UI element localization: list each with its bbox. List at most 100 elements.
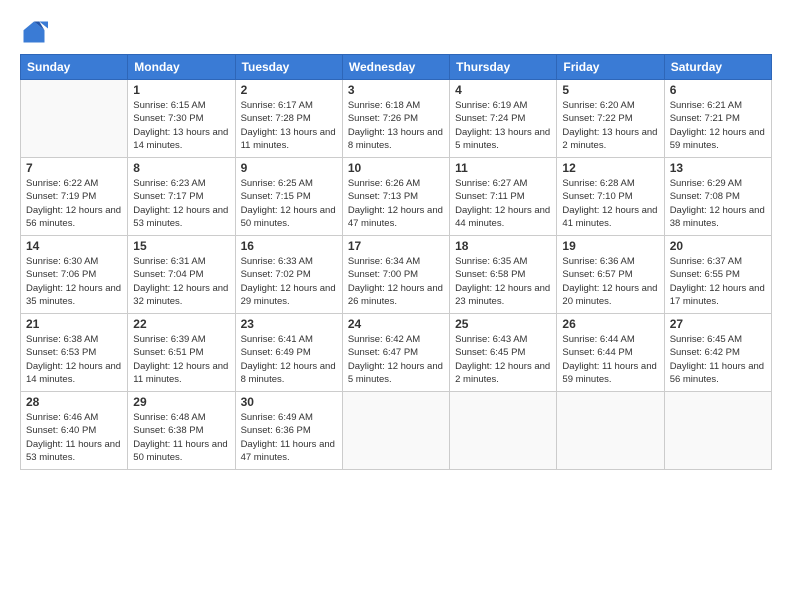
calendar-weekday-header: Sunday — [21, 55, 128, 80]
calendar-cell: 12 Sunrise: 6:28 AMSunset: 7:10 PMDayligh… — [557, 158, 664, 236]
calendar-cell: 4 Sunrise: 6:19 AMSunset: 7:24 PMDaylight… — [450, 80, 557, 158]
cell-info: Sunrise: 6:18 AMSunset: 7:26 PMDaylight:… — [348, 99, 444, 152]
cell-info: Sunrise: 6:33 AMSunset: 7:02 PMDaylight:… — [241, 255, 337, 308]
day-number: 1 — [133, 83, 229, 97]
calendar-cell: 10Sunrise: 6:26 AMSunset: 7:13 PMDayligh… — [342, 158, 449, 236]
cell-info: Sunrise: 6:38 AMSunset: 6:53 PMDaylight:… — [26, 333, 122, 386]
calendar-cell: 8 Sunrise: 6:23 AMSunset: 7:17 PMDaylight… — [128, 158, 235, 236]
day-number: 9 — [241, 161, 337, 175]
page: SundayMondayTuesdayWednesdayThursdayFrid… — [0, 0, 792, 612]
cell-info: Sunrise: 6:41 AMSunset: 6:49 PMDaylight:… — [241, 333, 337, 386]
calendar-cell — [664, 392, 771, 470]
cell-info: Sunrise: 6:48 AMSunset: 6:38 PMDaylight:… — [133, 411, 229, 464]
calendar-cell: 1 Sunrise: 6:15 AMSunset: 7:30 PMDaylight… — [128, 80, 235, 158]
day-number: 25 — [455, 317, 551, 331]
day-number: 3 — [348, 83, 444, 97]
calendar-weekday-header: Monday — [128, 55, 235, 80]
cell-info: Sunrise: 6:29 AMSunset: 7:08 PMDaylight:… — [670, 177, 766, 230]
logo-icon — [20, 18, 48, 46]
cell-info: Sunrise: 6:15 AMSunset: 7:30 PMDaylight:… — [133, 99, 229, 152]
day-number: 14 — [26, 239, 122, 253]
cell-info: Sunrise: 6:28 AMSunset: 7:10 PMDaylight:… — [562, 177, 658, 230]
calendar-week-row: 14 Sunrise: 6:30 AMSunset: 7:06 PMDayligh… — [21, 236, 772, 314]
cell-info: Sunrise: 6:22 AMSunset: 7:19 PMDaylight:… — [26, 177, 122, 230]
calendar-cell: 30 Sunrise: 6:49 AMSunset: 6:36 PMDayligh… — [235, 392, 342, 470]
cell-info: Sunrise: 6:20 AMSunset: 7:22 PMDaylight:… — [562, 99, 658, 152]
day-number: 12 — [562, 161, 658, 175]
day-number: 26 — [562, 317, 658, 331]
calendar-weekday-header: Saturday — [664, 55, 771, 80]
cell-info: Sunrise: 6:49 AMSunset: 6:36 PMDaylight:… — [241, 411, 337, 464]
calendar-cell: 16 Sunrise: 6:33 AMSunset: 7:02 PMDayligh… — [235, 236, 342, 314]
day-number: 29 — [133, 395, 229, 409]
cell-info: Sunrise: 6:37 AMSunset: 6:55 PMDaylight:… — [670, 255, 766, 308]
calendar-table: SundayMondayTuesdayWednesdayThursdayFrid… — [20, 54, 772, 470]
day-number: 22 — [133, 317, 229, 331]
day-number: 5 — [562, 83, 658, 97]
day-number: 23 — [241, 317, 337, 331]
calendar-cell: 7Sunrise: 6:22 AMSunset: 7:19 PMDaylight… — [21, 158, 128, 236]
cell-info: Sunrise: 6:23 AMSunset: 7:17 PMDaylight:… — [133, 177, 229, 230]
calendar-cell: 6Sunrise: 6:21 AMSunset: 7:21 PMDaylight… — [664, 80, 771, 158]
cell-info: Sunrise: 6:42 AMSunset: 6:47 PMDaylight:… — [348, 333, 444, 386]
calendar-cell: 27Sunrise: 6:45 AMSunset: 6:42 PMDayligh… — [664, 314, 771, 392]
day-number: 4 — [455, 83, 551, 97]
logo — [20, 18, 52, 46]
day-number: 16 — [241, 239, 337, 253]
day-number: 17 — [348, 239, 444, 253]
header — [20, 18, 772, 46]
calendar-cell: 13 Sunrise: 6:29 AMSunset: 7:08 PMDayligh… — [664, 158, 771, 236]
calendar-cell: 19 Sunrise: 6:36 AMSunset: 6:57 PMDayligh… — [557, 236, 664, 314]
calendar-week-row: 1 Sunrise: 6:15 AMSunset: 7:30 PMDaylight… — [21, 80, 772, 158]
calendar-weekday-header: Tuesday — [235, 55, 342, 80]
cell-info: Sunrise: 6:43 AMSunset: 6:45 PMDaylight:… — [455, 333, 551, 386]
cell-info: Sunrise: 6:36 AMSunset: 6:57 PMDaylight:… — [562, 255, 658, 308]
day-number: 2 — [241, 83, 337, 97]
calendar-weekday-header: Wednesday — [342, 55, 449, 80]
cell-info: Sunrise: 6:25 AMSunset: 7:15 PMDaylight:… — [241, 177, 337, 230]
calendar-cell: 25 Sunrise: 6:43 AMSunset: 6:45 PMDayligh… — [450, 314, 557, 392]
cell-info: Sunrise: 6:45 AMSunset: 6:42 PMDaylight:… — [670, 333, 766, 386]
calendar-cell: 9 Sunrise: 6:25 AMSunset: 7:15 PMDaylight… — [235, 158, 342, 236]
calendar-cell: 18 Sunrise: 6:35 AMSunset: 6:58 PMDayligh… — [450, 236, 557, 314]
cell-info: Sunrise: 6:17 AMSunset: 7:28 PMDaylight:… — [241, 99, 337, 152]
cell-info: Sunrise: 6:26 AMSunset: 7:13 PMDaylight:… — [348, 177, 444, 230]
day-number: 18 — [455, 239, 551, 253]
calendar-cell — [557, 392, 664, 470]
cell-info: Sunrise: 6:44 AMSunset: 6:44 PMDaylight:… — [562, 333, 658, 386]
cell-info: Sunrise: 6:21 AMSunset: 7:21 PMDaylight:… — [670, 99, 766, 152]
day-number: 28 — [26, 395, 122, 409]
calendar-week-row: 28 Sunrise: 6:46 AMSunset: 6:40 PMDayligh… — [21, 392, 772, 470]
cell-info: Sunrise: 6:39 AMSunset: 6:51 PMDaylight:… — [133, 333, 229, 386]
calendar-cell: 11 Sunrise: 6:27 AMSunset: 7:11 PMDayligh… — [450, 158, 557, 236]
day-number: 15 — [133, 239, 229, 253]
day-number: 30 — [241, 395, 337, 409]
calendar-cell — [21, 80, 128, 158]
cell-info: Sunrise: 6:35 AMSunset: 6:58 PMDaylight:… — [455, 255, 551, 308]
calendar-cell: 28 Sunrise: 6:46 AMSunset: 6:40 PMDayligh… — [21, 392, 128, 470]
day-number: 13 — [670, 161, 766, 175]
calendar-header-row: SundayMondayTuesdayWednesdayThursdayFrid… — [21, 55, 772, 80]
cell-info: Sunrise: 6:34 AMSunset: 7:00 PMDaylight:… — [348, 255, 444, 308]
day-number: 20 — [670, 239, 766, 253]
cell-info: Sunrise: 6:31 AMSunset: 7:04 PMDaylight:… — [133, 255, 229, 308]
calendar-cell: 14 Sunrise: 6:30 AMSunset: 7:06 PMDayligh… — [21, 236, 128, 314]
calendar-week-row: 7Sunrise: 6:22 AMSunset: 7:19 PMDaylight… — [21, 158, 772, 236]
calendar-cell: 26 Sunrise: 6:44 AMSunset: 6:44 PMDayligh… — [557, 314, 664, 392]
calendar-cell: 17 Sunrise: 6:34 AMSunset: 7:00 PMDayligh… — [342, 236, 449, 314]
cell-info: Sunrise: 6:19 AMSunset: 7:24 PMDaylight:… — [455, 99, 551, 152]
cell-info: Sunrise: 6:46 AMSunset: 6:40 PMDaylight:… — [26, 411, 122, 464]
calendar-cell: 23 Sunrise: 6:41 AMSunset: 6:49 PMDayligh… — [235, 314, 342, 392]
day-number: 19 — [562, 239, 658, 253]
cell-info: Sunrise: 6:27 AMSunset: 7:11 PMDaylight:… — [455, 177, 551, 230]
calendar-cell: 29 Sunrise: 6:48 AMSunset: 6:38 PMDayligh… — [128, 392, 235, 470]
calendar-cell: 3 Sunrise: 6:18 AMSunset: 7:26 PMDaylight… — [342, 80, 449, 158]
calendar-cell: 5 Sunrise: 6:20 AMSunset: 7:22 PMDaylight… — [557, 80, 664, 158]
cell-info: Sunrise: 6:30 AMSunset: 7:06 PMDaylight:… — [26, 255, 122, 308]
day-number: 11 — [455, 161, 551, 175]
calendar-cell: 22 Sunrise: 6:39 AMSunset: 6:51 PMDayligh… — [128, 314, 235, 392]
calendar-cell — [342, 392, 449, 470]
calendar-weekday-header: Thursday — [450, 55, 557, 80]
day-number: 8 — [133, 161, 229, 175]
day-number: 24 — [348, 317, 444, 331]
